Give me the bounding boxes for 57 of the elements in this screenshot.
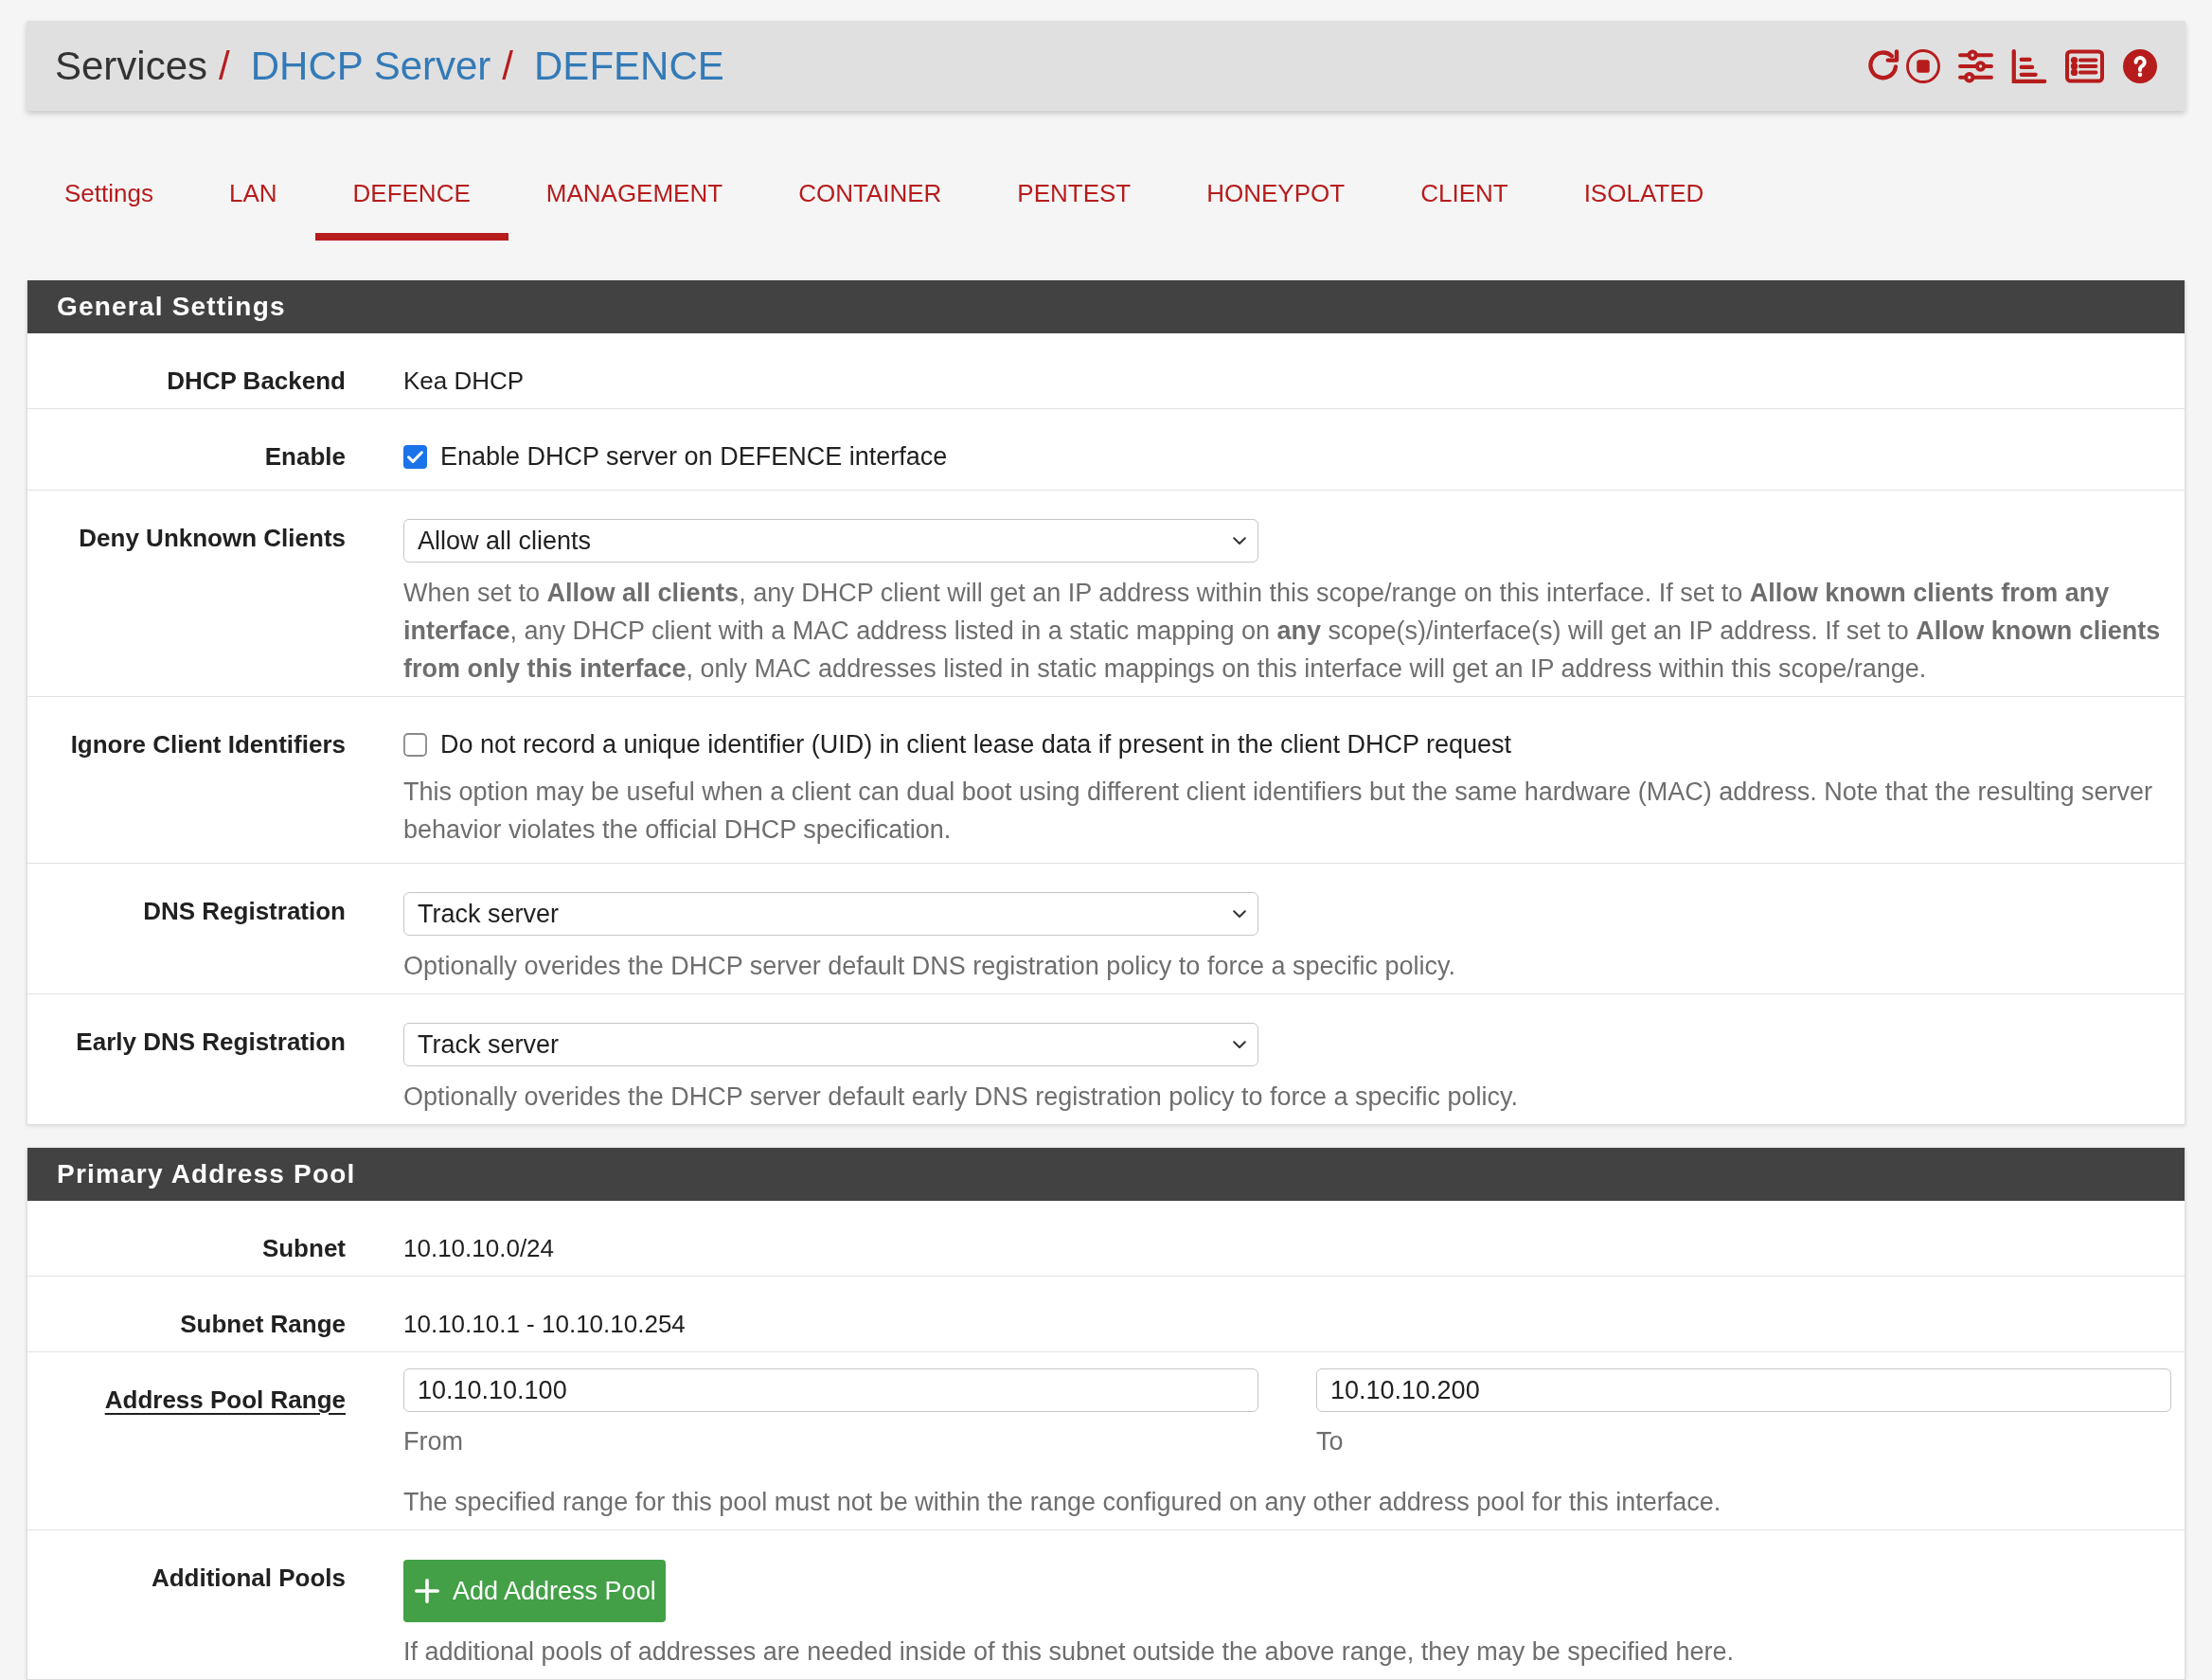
tab[interactable]: CLIENT [1382,149,1546,241]
input-field[interactable]: 10.10.10.100 [403,1368,1258,1412]
list-icon[interactable] [2065,48,2104,83]
tab[interactable]: LAN [190,149,315,241]
tab[interactable]: Settings [27,149,191,241]
breadcrumb-link[interactable]: DEFENCE [534,42,724,90]
field-label: Additional Pools [151,1564,346,1592]
field-label: Early DNS Registration [76,1028,346,1056]
checkbox[interactable] [403,732,427,757]
breadcrumb-separator: / [502,42,514,90]
field-label: Subnet [261,1234,346,1262]
chart-icon[interactable] [2011,48,2047,83]
tab[interactable]: MANAGEMENT [508,149,761,241]
stop-icon[interactable] [1906,48,1940,83]
breadcrumb-text: Services [55,42,208,90]
field-label: DNS Registration [143,897,346,925]
field-caption: From [403,1426,464,1457]
field-label: DHCP Backend [167,366,346,395]
select-dropdown[interactable]: Track server [403,1023,1258,1066]
field-label: Deny Unknown Clients [79,524,346,552]
checkbox[interactable] [403,444,427,469]
field-value: 10.10.10.1 - 10.10.10.254 [403,1309,687,1340]
tab[interactable]: ISOLATED [1545,149,1742,241]
input-field[interactable]: 10.10.10.200 [1316,1368,2171,1412]
checkbox-label: Enable DHCP server on DEFENCE interface [440,441,948,473]
section-heading: General Settings [27,280,2185,333]
help-text: The specified range for this pool must not be within the range configured on any other address pool for this interface. [403,1487,1722,1518]
tab[interactable]: CONTAINER [760,149,980,241]
checkbox-label: Do not record a unique identifier (UID) in client lease data if present in the client DHCP request [440,729,1512,760]
field-label-link[interactable]: Address Pool Range [104,1385,346,1414]
plus-icon [415,1579,439,1603]
select-dropdown[interactable]: Allow all clients [403,519,1258,563]
breadcrumb-separator: / [219,42,230,90]
field-value: 10.10.10.0/24 [403,1233,556,1264]
tab[interactable]: PENTEST [979,149,1169,241]
help-text: If additional pools of addresses are needed inside of this subnet outside the above range, they may be specified here. [403,1636,1735,1668]
sliders-icon[interactable] [1958,48,1993,83]
help-text: Optionally overides the DHCP server default DNS registration policy to force a specific policy. [403,951,1456,982]
help-icon[interactable] [2123,48,2157,83]
tab[interactable]: DEFENCE [314,149,508,241]
field-value: Kea DHCP [403,366,526,397]
help-text: This option may be useful when a client can dual boot using different client identifiers but the same hardware (MAC) address. Note that the resulting server behavior violates the official DHCP specification. [403,777,2153,846]
section-heading: Primary Address Pool [27,1148,2185,1201]
field-label: Subnet Range [180,1310,346,1338]
help-text: When set to Allow all clients, any DHCP client will get an IP address within this scope/range on this interface. If set to Allow known clients from any interface, any DHCP client with a MAC address listed in a static mapping on any scope(s)/interface(s) will get an IP address. If set to Allow known clients from only this interface, only MAC addresses listed in static mappings on this interface will get an IP address within this scope/range. [403,578,2162,685]
reload-icon[interactable] [1866,49,1900,82]
field-caption: To [1316,1426,1345,1457]
field-label: Enable [264,442,346,471]
breadcrumb-link[interactable]: DHCP Server [250,42,491,90]
tab[interactable]: HONEYPOT [1168,149,1383,241]
chevron-down-icon [1233,909,1246,919]
field-label: Ignore Client Identifiers [70,730,346,759]
chevron-down-icon [1233,1040,1246,1049]
help-text: Optionally overides the DHCP server default early DNS registration policy to force a specific policy. [403,1081,1519,1113]
chevron-down-icon [1233,536,1246,545]
select-dropdown[interactable]: Track server [403,892,1258,936]
add-button[interactable]: Add Address Pool [403,1560,666,1622]
